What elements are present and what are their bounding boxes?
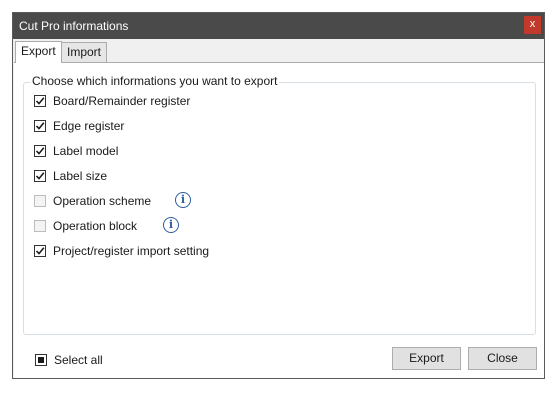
checkmark-icon (35, 122, 45, 130)
title-bar: Cut Pro informations x (13, 13, 544, 39)
option-label: Project/register import setting (53, 244, 210, 258)
option-operation-block: Operation block i (34, 217, 194, 235)
option-label: Label size (53, 169, 108, 183)
option-label: Operation scheme (53, 194, 152, 208)
info-circle-icon[interactable]: i (163, 217, 179, 233)
option-label: Label model (53, 144, 119, 158)
indeterminate-mark (38, 357, 44, 363)
checkmark-icon (35, 97, 45, 105)
tab-content-export: Choose which informations you want to ex… (14, 62, 544, 378)
tab-strip: Export Import (13, 41, 544, 63)
export-button[interactable]: Export (392, 347, 461, 370)
group-legend: Choose which informations you want to ex… (30, 74, 280, 88)
option-label: Board/Remainder register (53, 94, 191, 108)
info-circle-icon[interactable]: i (175, 192, 191, 208)
checkbox[interactable] (34, 145, 46, 157)
checkbox[interactable] (34, 95, 46, 107)
close-window-button[interactable]: x (524, 16, 541, 34)
tab-export[interactable]: Export (15, 41, 62, 63)
checkbox[interactable] (35, 354, 47, 366)
checkbox (34, 195, 46, 207)
checkmark-icon (35, 147, 45, 155)
dialog-window: Cut Pro informations x Export Import Cho… (12, 12, 545, 379)
option-operation-scheme: Operation scheme i (34, 192, 204, 210)
option-label: Operation block (53, 219, 138, 233)
checkbox[interactable] (34, 120, 46, 132)
option-label: Edge register (53, 119, 125, 133)
tab-import[interactable]: Import (61, 42, 108, 62)
checkbox[interactable] (34, 245, 46, 257)
select-all-label: Select all (54, 353, 103, 367)
checkbox[interactable] (34, 170, 46, 182)
close-button[interactable]: Close (468, 347, 537, 370)
window-title: Cut Pro informations (19, 19, 129, 33)
checkmark-icon (35, 247, 45, 255)
export-options-group: Choose which informations you want to ex… (23, 74, 536, 335)
checkbox (34, 220, 46, 232)
checkmark-icon (35, 172, 45, 180)
